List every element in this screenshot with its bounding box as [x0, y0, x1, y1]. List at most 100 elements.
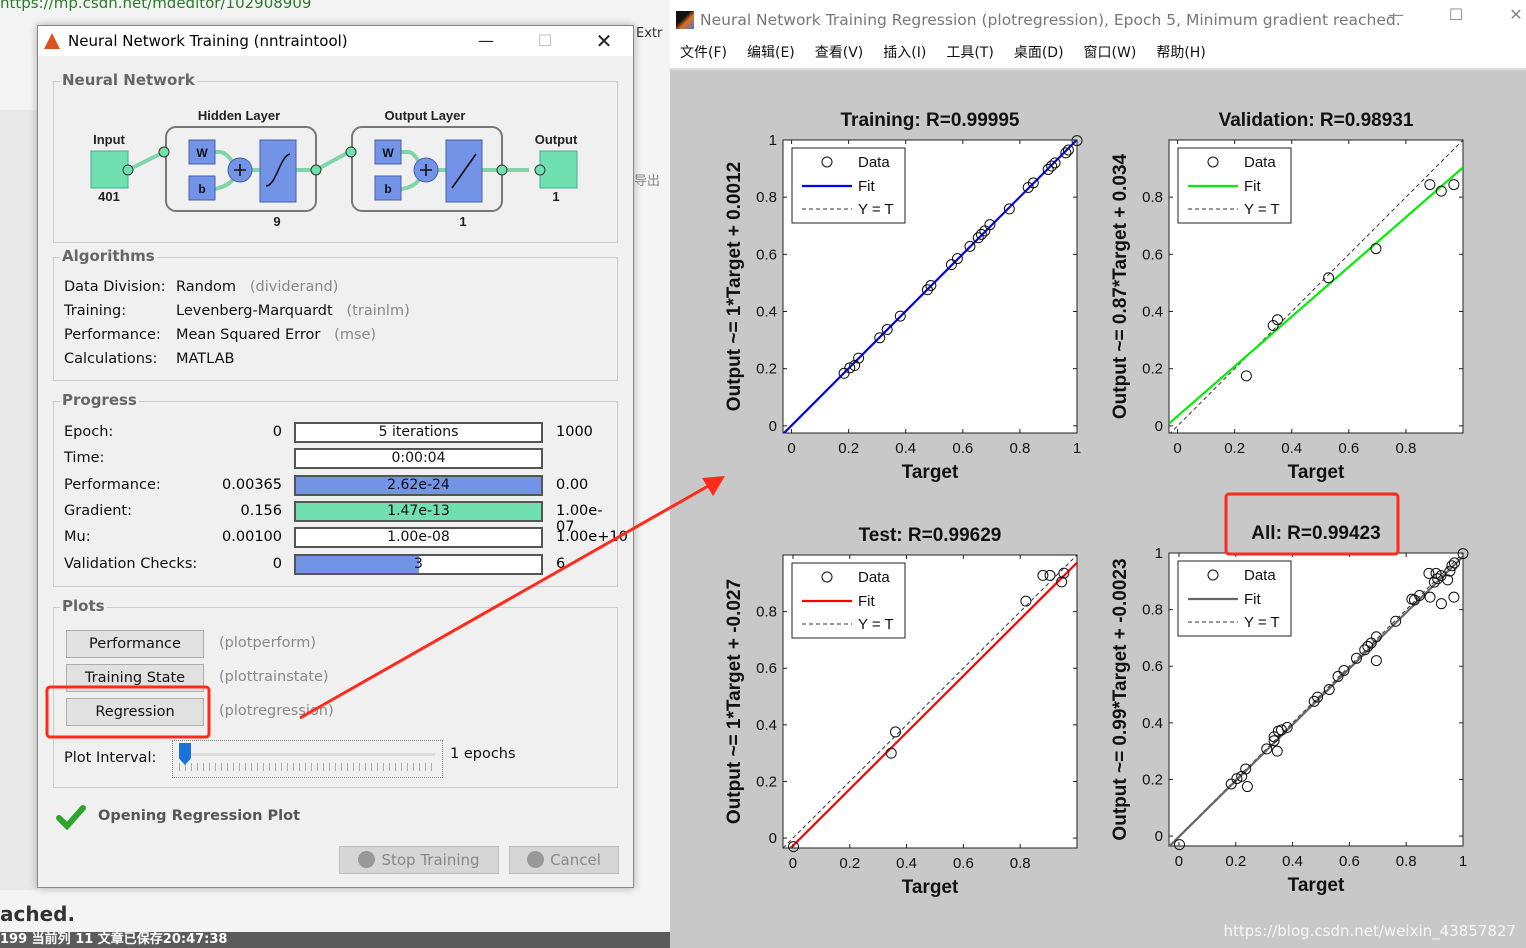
checkmark-icon — [56, 804, 86, 831]
y-tick-label: 0 — [1155, 828, 1163, 845]
progress-start: 0.00100 — [222, 529, 282, 546]
hidden-layer-label: Hidden Layer — [198, 108, 280, 123]
plot-interval-value: 1 epochs — [450, 746, 516, 762]
progress-current: 1.47e-13 — [387, 502, 450, 519]
group-label: Progress — [60, 391, 139, 409]
background-text: ached. — [0, 902, 76, 926]
progress-label: Gradient: — [64, 502, 132, 519]
hidden-layer-size: 9 — [273, 214, 280, 229]
y-tick-label: 0.8 — [756, 189, 777, 206]
chart-title: All: R=0.99423 — [1251, 523, 1380, 544]
performance-plot-button[interactable]: Performance — [66, 630, 204, 658]
y-tick-label: 0.6 — [756, 246, 777, 263]
export-button[interactable]: 导出 — [634, 170, 660, 189]
x-tick-label: 0.2 — [839, 855, 860, 872]
legend: Data Fit Y = T — [1177, 560, 1292, 637]
minimize-button[interactable]: — — [466, 26, 506, 56]
progress-bar: 2.62e-24 — [294, 474, 543, 496]
input-label: Input — [93, 132, 125, 147]
y-tick-label: 0 — [769, 418, 777, 435]
algorithm-value: MATLAB — [176, 351, 244, 367]
x-tick-label: 0 — [1175, 853, 1183, 870]
algorithm-name: Levenberg-Marquardt — [176, 303, 333, 319]
legend: Data Fit Y = T — [791, 562, 906, 639]
progress-current: 5 iterations — [378, 424, 459, 440]
y-tick-label: 0.2 — [756, 361, 777, 378]
progress-fill — [296, 555, 419, 573]
progress-group: Progress Epoch: 0 5 iterations 1000 Time:… — [53, 391, 628, 587]
x-tick-label: 0.6 — [953, 855, 974, 872]
progress-label: Time: — [64, 450, 105, 467]
input-block — [90, 150, 129, 189]
legend-label-ident: Y = T — [858, 616, 894, 633]
algorithm-name: Random — [176, 279, 237, 295]
legend-label-fit: Fit — [1244, 591, 1261, 608]
legend-label-data: Data — [1244, 154, 1276, 171]
y-tick-label: 0.8 — [1142, 189, 1163, 206]
progress-start: 0.00365 — [222, 476, 282, 493]
progress-start: 0 — [272, 555, 282, 572]
y-tick-label: 0.8 — [1142, 602, 1163, 619]
cancel-icon — [527, 851, 545, 868]
y-tick-label: 0 — [769, 830, 777, 847]
x-tick-label: 0.4 — [895, 440, 916, 457]
output-block — [539, 150, 578, 189]
progress-bar: 1.00e-08 — [294, 527, 543, 549]
plots-group: Plots Performance (plotperform) Training… — [53, 597, 618, 788]
y-tick-label: 0.2 — [1142, 771, 1163, 788]
x-tick-label: 0.6 — [1338, 440, 1359, 457]
output-layer-label: Output Layer — [385, 108, 466, 123]
legend: Data Fit Y = T — [1177, 147, 1292, 224]
regression-chart: 0 0.2 0.4 0.6 0.8 0 0.2 0.4 0.6 0.8 Data Fit Y = T Va… — [1110, 110, 1464, 483]
x-tick-label: 1 — [1073, 440, 1081, 457]
x-tick-label: 0.8 — [1396, 853, 1417, 870]
progress-bar: 0:00:04 — [294, 448, 543, 470]
algorithm-name: MATLAB — [176, 351, 235, 367]
watermark: https://blog.csdn.net/weixin_43857827 — [1223, 922, 1516, 940]
input-size: 401 — [98, 189, 120, 204]
background-page — [0, 110, 37, 890]
progress-end: 6 — [556, 555, 566, 572]
progress-current: 2.62e-24 — [387, 476, 450, 493]
chart-title: Test: R=0.99629 — [859, 525, 1002, 546]
output-layer-size: 1 — [459, 214, 466, 229]
stop-label: Stop Training — [381, 851, 480, 869]
x-tick-label: 0 — [787, 440, 795, 457]
maximize-button[interactable]: ☐ — [525, 26, 565, 56]
y-tick-label: 0.6 — [756, 660, 777, 677]
legend-label-ident: Y = T — [858, 201, 894, 218]
browser-url: https://mp.csdn.net/mdeditor/102908909 — [0, 0, 312, 12]
algorithm-label: Calculations: — [64, 351, 158, 367]
group-label: Algorithms — [60, 247, 157, 265]
progress-label: Mu: — [64, 529, 91, 546]
close-button[interactable]: ✕ — [584, 26, 624, 56]
plot-interval-slider[interactable] — [172, 740, 443, 778]
plot-interval-label: Plot Interval: — [64, 750, 157, 766]
regression-chart: 0 0.2 0.4 0.6 0.8 1 0 0.2 0.4 0.6 0.8 1 Data Fit Y = T… — [1110, 523, 1469, 896]
progress-current: 0:00:04 — [391, 450, 446, 467]
window-title: Neural Network Training (nntraintool) — [68, 32, 348, 50]
x-tick-label: 0 — [1173, 440, 1181, 457]
slider-thumb[interactable] — [179, 743, 191, 765]
output-size: 1 — [552, 189, 559, 204]
x-tick-label: 0.4 — [1282, 853, 1303, 870]
cancel-button[interactable]: Cancel — [509, 846, 619, 874]
y-tick-label: 0.4 — [1142, 304, 1163, 321]
algorithm-label: Data Division: — [64, 279, 166, 295]
regression-plot-button[interactable]: Regression — [66, 698, 204, 726]
stop-training-button[interactable]: Stop Training — [339, 846, 499, 874]
x-tick-label: 0.8 — [1009, 440, 1030, 457]
progress-bar: 1.47e-13 — [294, 500, 543, 522]
bias-label: b — [198, 182, 205, 196]
editor-status-bar: 199 当前列 11 文章已保存20:47:38 — [0, 932, 670, 948]
chart-title: Training: R=0.99995 — [841, 110, 1020, 131]
legend-label-ident: Y = T — [1244, 614, 1280, 631]
x-tick-label: 0.2 — [1225, 853, 1246, 870]
algorithm-name: Mean Squared Error — [176, 327, 321, 343]
training-state-plot-button[interactable]: Training State — [66, 664, 204, 692]
algorithm-label: Performance: — [64, 327, 161, 343]
progress-label: Epoch: — [64, 424, 114, 440]
y-tick-label: 0.8 — [756, 604, 777, 621]
algorithm-function: (mse) — [334, 327, 377, 343]
y-axis-label: Output ~= 1*Target + 0.0012 — [724, 162, 745, 411]
